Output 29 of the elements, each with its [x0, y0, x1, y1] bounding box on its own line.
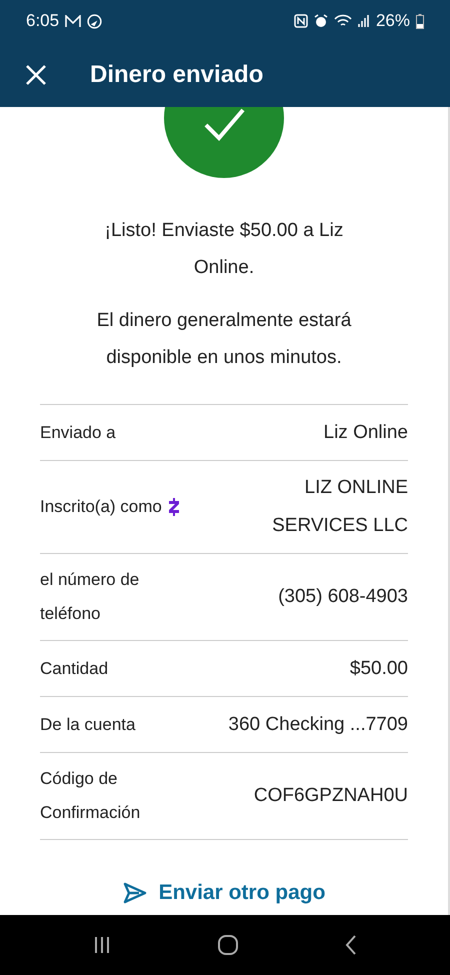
- alarm-icon: [314, 14, 328, 28]
- detail-value: 360 Checking ...7709: [228, 712, 408, 736]
- z-logo-icon: [168, 498, 180, 516]
- detail-label: Inscrito(a) como: [40, 496, 162, 518]
- mail-icon: [65, 14, 82, 28]
- send-icon: [122, 882, 147, 904]
- detail-value: COF6GPZNAH0U: [254, 784, 408, 808]
- battery-percent: 26%: [376, 11, 410, 31]
- home-icon: [216, 934, 239, 956]
- detail-label: Cantidad: [40, 658, 108, 680]
- screen-title: Dinero enviado: [90, 60, 264, 88]
- detail-label: el número de teléfono: [40, 569, 140, 625]
- availability-note: El dinero generalmente estará disponible en unos minutos.: [96, 309, 352, 370]
- signal-icon: [358, 14, 370, 28]
- wifi-icon: [334, 14, 352, 28]
- success-message: ¡Listo! Enviaste $50.00 a Liz Online.: [104, 219, 344, 280]
- detail-value: (305) 608-4903: [278, 585, 408, 609]
- detail-label: De la cuenta: [40, 714, 136, 736]
- detail-label: Código de Confirmación: [40, 768, 142, 824]
- close-icon: [24, 62, 48, 86]
- status-time: 6:05: [26, 11, 60, 31]
- detail-value: Liz Online: [324, 420, 408, 444]
- nfc-icon: [294, 14, 308, 28]
- detail-label: Enviado a: [40, 422, 116, 444]
- back-icon: [344, 934, 358, 956]
- battery-icon: [416, 14, 424, 28]
- detail-value: LIZ ONLINE SERVICES LLC: [271, 476, 408, 538]
- detail-value: $50.00: [350, 656, 408, 680]
- send-another-payment-button[interactable]: Enviar otro pago: [116, 880, 332, 906]
